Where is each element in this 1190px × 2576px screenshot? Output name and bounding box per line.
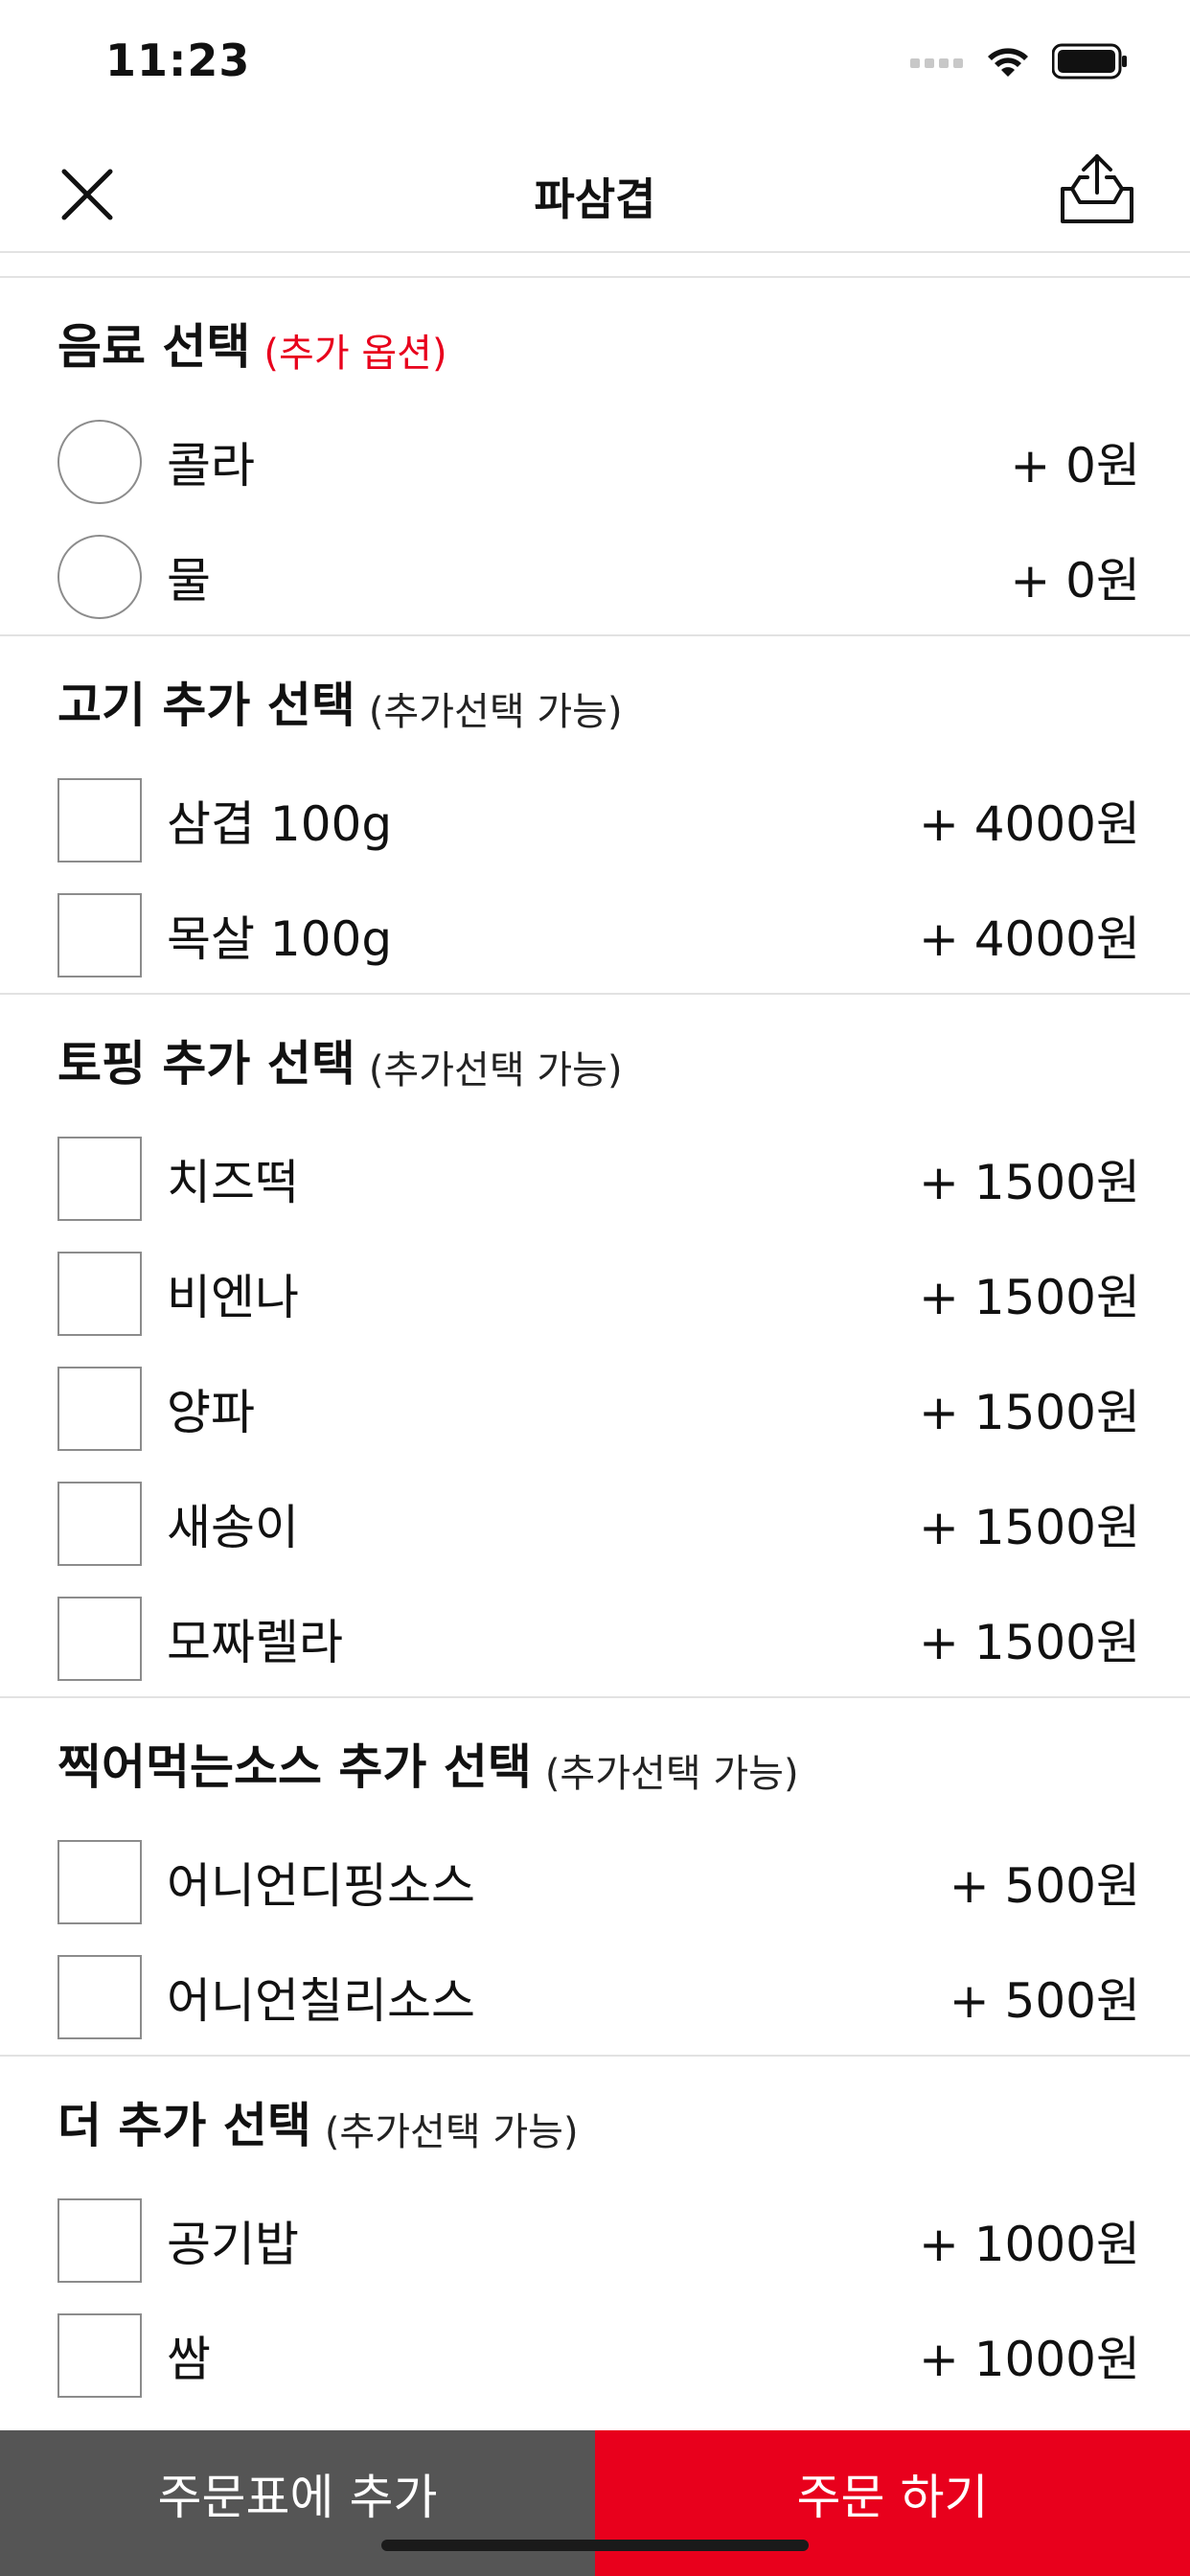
option-price: + 1000원 [918, 2332, 1140, 2387]
option-label: 어니언디핑소스 [167, 1858, 475, 1914]
option-row[interactable]: 콜라 + 0원 [0, 404, 1190, 519]
option-row[interactable]: 새송이 + 1500원 [0, 1466, 1190, 1581]
section-sauce: 찍어먹는소스 추가 선택 (추가선택 가능) 어니언디핑소스 + 500원 어니… [0, 1698, 1190, 2057]
section-hint: (추가선택 가능) [368, 690, 623, 734]
option-label: 모짜렐라 [167, 1615, 343, 1670]
options-list: 음료 선택 (추가 옵션) 콜라 + 0원 물 + 0원 고기 추가 선택 (추… [0, 278, 1190, 2471]
section-hint: (추가선택 가능) [544, 1752, 799, 1796]
checkbox[interactable] [57, 1597, 142, 1681]
option-row[interactable]: 어니언디핑소스 + 500원 [0, 1825, 1190, 1940]
checkbox[interactable] [57, 778, 142, 862]
checkbox[interactable] [57, 893, 142, 978]
checkbox[interactable] [57, 1482, 142, 1566]
checkbox[interactable] [57, 1367, 142, 1451]
home-indicator[interactable] [381, 2540, 809, 2551]
section-hint: (추가선택 가능) [324, 2110, 579, 2154]
section-meat: 고기 추가 선택 (추가선택 가능) 삼겹 100g + 4000원 목살 10… [0, 636, 1190, 995]
section-hint: (추가선택 가능) [368, 1048, 623, 1092]
option-row[interactable]: 물 + 0원 [0, 519, 1190, 634]
option-price: + 4000원 [918, 911, 1140, 967]
page-title: 파삼겹 [534, 173, 656, 225]
bottom-action-bar: 주문표에 추가 주문 하기 [0, 2430, 1190, 2576]
option-label: 새송이 [167, 1500, 299, 1555]
option-label: 어니언칠리소스 [167, 1973, 475, 2029]
checkbox[interactable] [57, 1840, 142, 1924]
status-bar: 11:23 [0, 0, 1190, 126]
order-button[interactable]: 주문 하기 [595, 2430, 1190, 2576]
option-price: + 1000원 [918, 2217, 1140, 2272]
option-label: 물 [167, 553, 211, 609]
option-label: 콜라 [167, 438, 255, 494]
checkbox[interactable] [57, 1137, 142, 1221]
status-time: 11:23 [105, 34, 251, 86]
option-label: 양파 [167, 1385, 255, 1440]
option-row[interactable]: 목살 100g + 4000원 [0, 878, 1190, 993]
radio-button[interactable] [57, 535, 142, 619]
share-icon[interactable] [1056, 148, 1138, 230]
option-label: 공기밥 [167, 2217, 299, 2272]
signal-icon [910, 55, 964, 73]
option-label: 삼겹 100g [167, 796, 393, 852]
checkbox[interactable] [57, 2313, 142, 2398]
battery-icon [1051, 43, 1129, 83]
section-drink: 음료 선택 (추가 옵션) 콜라 + 0원 물 + 0원 [0, 278, 1190, 636]
option-row[interactable]: 비엔나 + 1500원 [0, 1236, 1190, 1351]
section-title: 더 추가 선택 [57, 2098, 311, 2153]
option-row[interactable]: 삼겹 100g + 4000원 [0, 763, 1190, 878]
option-price: + 0원 [1010, 553, 1140, 609]
option-price: + 1500원 [918, 1500, 1140, 1555]
section-extra: 더 추가 선택 (추가선택 가능) 공기밥 + 1000원 쌈 + 1000원 [0, 2057, 1190, 2471]
section-topping: 토핑 추가 선택 (추가선택 가능) 치즈떡 + 1500원 비엔나 + 150… [0, 995, 1190, 1698]
option-price: + 1500원 [918, 1385, 1140, 1440]
checkbox[interactable] [57, 1955, 142, 2039]
option-price: + 1500원 [918, 1155, 1140, 1210]
checkbox[interactable] [57, 2198, 142, 2283]
option-price: + 1500원 [918, 1615, 1140, 1670]
radio-button[interactable] [57, 420, 142, 504]
add-to-cart-button[interactable]: 주문표에 추가 [0, 2430, 595, 2576]
option-label: 치즈떡 [167, 1155, 299, 1210]
wifi-icon [985, 44, 1031, 82]
section-header: 토핑 추가 선택 (추가선택 가능) [0, 995, 1190, 1121]
section-title: 고기 추가 선택 [57, 678, 355, 733]
section-header: 찍어먹는소스 추가 선택 (추가선택 가능) [0, 1698, 1190, 1825]
option-row[interactable]: 모짜렐라 + 1500원 [0, 1581, 1190, 1696]
section-title: 음료 선택 [57, 319, 251, 375]
checkbox[interactable] [57, 1252, 142, 1336]
status-icons [910, 43, 1129, 83]
option-row[interactable]: 어니언칠리소스 + 500원 [0, 1940, 1190, 2055]
section-title: 토핑 추가 선택 [57, 1036, 355, 1092]
section-hint: (추가 옵션) [263, 332, 447, 376]
option-label: 목살 100g [167, 911, 393, 967]
section-title: 찍어먹는소스 추가 선택 [57, 1739, 532, 1795]
option-label: 비엔나 [167, 1270, 299, 1325]
option-price: + 500원 [949, 1858, 1140, 1914]
option-row[interactable]: 쌈 + 1000원 [0, 2298, 1190, 2413]
option-row[interactable]: 치즈떡 + 1500원 [0, 1121, 1190, 1236]
option-label: 쌈 [167, 2332, 211, 2387]
option-row[interactable]: 양파 + 1500원 [0, 1351, 1190, 1466]
section-header: 음료 선택 (추가 옵션) [0, 278, 1190, 404]
option-price: + 4000원 [918, 796, 1140, 852]
nav-bar: 파삼겹 [0, 126, 1190, 253]
option-price: + 500원 [949, 1973, 1140, 2029]
option-row[interactable]: 공기밥 + 1000원 [0, 2183, 1190, 2298]
option-price: + 0원 [1010, 438, 1140, 494]
option-price: + 1500원 [918, 1270, 1140, 1325]
section-header: 고기 추가 선택 (추가선택 가능) [0, 636, 1190, 763]
section-header: 더 추가 선택 (추가선택 가능) [0, 2057, 1190, 2183]
